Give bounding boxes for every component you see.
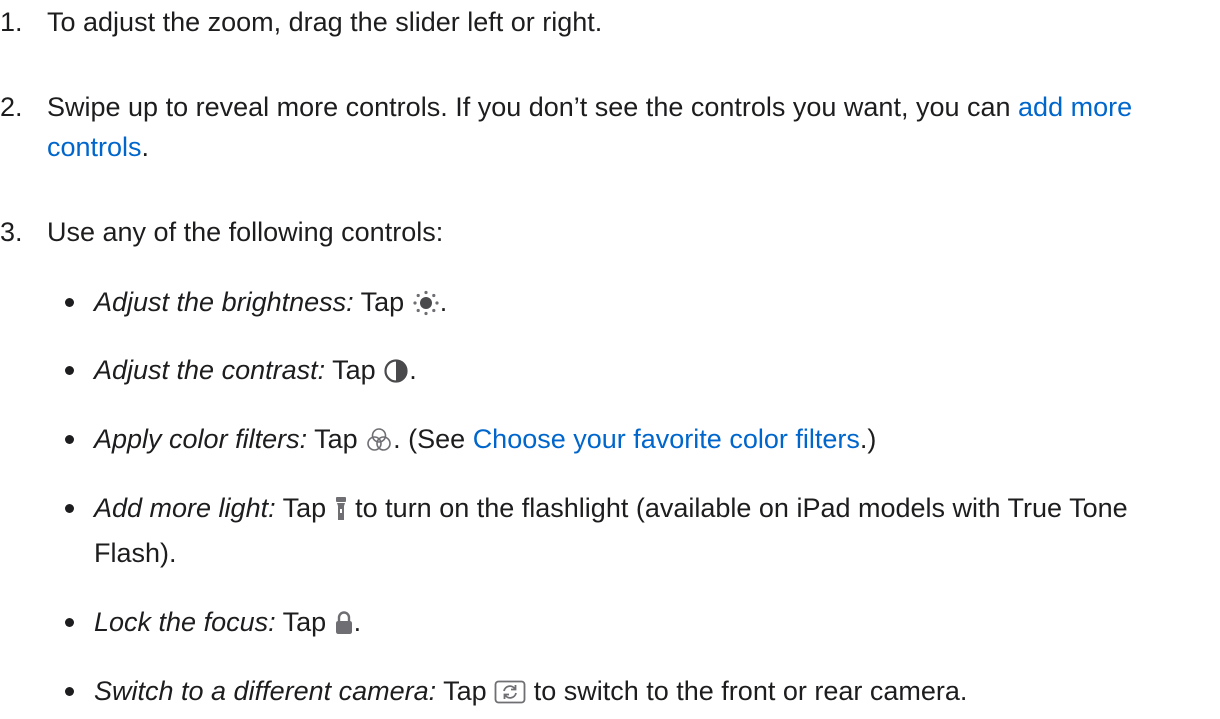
instructions-document: 1. To adjust the zoom, drag the slider l… bbox=[0, 0, 1220, 719]
bullet-text: Adjust the contrast: Tap . bbox=[94, 350, 1174, 395]
step-text-after: . bbox=[141, 132, 150, 162]
step-text-before: Swipe up to reveal more controls. If you… bbox=[47, 92, 1019, 122]
bullet-term: Adjust the contrast: bbox=[94, 355, 326, 385]
bullet-after: . bbox=[439, 287, 448, 317]
lock-icon bbox=[334, 607, 354, 647]
bullet-dot bbox=[65, 298, 74, 307]
step-number: 1. bbox=[0, 7, 23, 37]
bullet-after: to switch to the front or rear camera. bbox=[526, 676, 968, 706]
bullet-text: Adjust the brightness: Tap . bbox=[94, 282, 1174, 327]
bullet-after-link: .) bbox=[859, 424, 877, 454]
bullet-tap: Tap bbox=[307, 424, 366, 454]
camera-switch-icon bbox=[494, 676, 526, 716]
flashlight-icon bbox=[334, 493, 348, 533]
bullet-text: Add more light: Tap to turn on the flash… bbox=[94, 488, 1174, 573]
bullet-tap: Tap bbox=[353, 287, 412, 317]
bullet-dot bbox=[65, 618, 74, 627]
bullet-dot bbox=[65, 687, 74, 696]
bullet-term: Switch to a different camera: bbox=[94, 676, 437, 706]
step-text: To adjust the zoom, drag the slider left… bbox=[47, 7, 603, 37]
bullet-tap: Tap bbox=[325, 355, 384, 385]
bullet-tap: Tap bbox=[436, 676, 495, 706]
color-filters-link[interactable]: Choose your favorite color filters bbox=[473, 424, 860, 454]
bullet-term: Adjust the brightness: bbox=[94, 287, 354, 317]
contrast-icon bbox=[383, 355, 409, 395]
step-number: 2. bbox=[0, 92, 23, 122]
bullet-text: Lock the focus: Tap . bbox=[94, 602, 1174, 647]
bullet-after: . (See bbox=[393, 424, 473, 454]
bullet-tap: Tap bbox=[275, 493, 334, 523]
bullet-dot bbox=[65, 504, 74, 513]
bullet-dot bbox=[65, 366, 74, 375]
bullet-after: . bbox=[353, 607, 362, 637]
bullet-text: Switch to a different camera: Tap to swi… bbox=[94, 671, 1174, 716]
bullet-term: Add more light: bbox=[94, 493, 276, 523]
bullet-term: Lock the focus: bbox=[94, 607, 276, 637]
bullet-dot bbox=[65, 435, 74, 444]
brightness-icon bbox=[412, 287, 440, 327]
step-number: 3. bbox=[0, 217, 23, 247]
bullet-term: Apply color filters: bbox=[94, 424, 308, 454]
step-text: Swipe up to reveal more controls. If you… bbox=[47, 87, 1200, 167]
bullet-after: . bbox=[409, 355, 417, 385]
color-filters-icon bbox=[365, 424, 393, 464]
bullet-tap: Tap bbox=[275, 607, 334, 637]
bullet-text: Apply color filters: Tap . (See Choose y… bbox=[94, 419, 1174, 464]
step-text: Use any of the following controls: bbox=[47, 217, 444, 247]
